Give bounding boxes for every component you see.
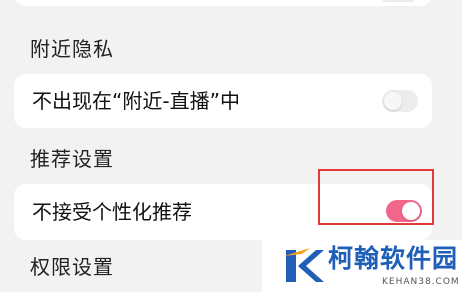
personalized-recommend-label: 不接受个性化推荐 [32,200,192,224]
nearby-live-label: 不出现在“附近-直播”中 [32,89,240,113]
section-title-nearby-privacy: 附近隐私 [30,37,114,61]
highlight-annotation-box [318,169,434,225]
section-title-recommend-settings: 推荐设置 [30,147,114,171]
section-title-permission-settings: 权限设置 [30,255,114,279]
privacy-settings-page: 附近隐私 不出现在“附近-直播”中 推荐设置 不接受个性化推荐 权限设置 柯翰软… [0,0,462,292]
partial-row-toggle[interactable] [380,0,416,2]
partial-settings-card [14,0,432,6]
watermark-name: 柯翰软件园 [328,244,459,273]
kehan-logo-icon [284,248,324,282]
nearby-live-row[interactable]: 不出现在“附近-直播”中 [14,74,432,128]
watermark-domain: KEHAN38.COM [382,277,460,287]
site-watermark: 柯翰软件园 KEHAN38.COM [262,240,462,292]
nearby-live-toggle[interactable] [382,90,418,112]
toggle-knob [384,92,402,110]
